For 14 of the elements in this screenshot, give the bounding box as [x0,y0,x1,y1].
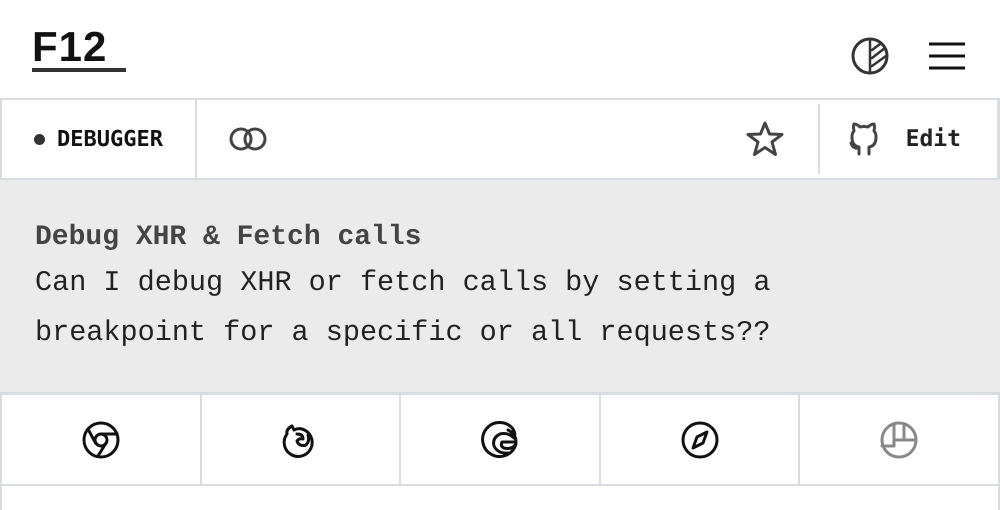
safari-icon[interactable] [680,420,720,460]
category-label[interactable]: DEBUGGER [57,126,163,152]
star-icon[interactable] [746,121,784,157]
chrome-icon[interactable] [80,420,121,460]
browser-icon[interactable] [879,420,920,460]
link-icon[interactable] [228,126,267,152]
menu-icon[interactable] [928,41,966,71]
card-title: Debug XHR & Fetch calls [35,221,422,255]
edit-button[interactable]: Edit [818,104,997,174]
github-icon [848,122,880,156]
bullet-icon [34,134,45,144]
logo[interactable]: F12 [32,0,126,72]
theme-toggle-icon[interactable] [850,36,890,76]
card-description: Can I debug XHR or fetch calls by setting a breakpoint for a specific or all requests?? [35,265,772,351]
